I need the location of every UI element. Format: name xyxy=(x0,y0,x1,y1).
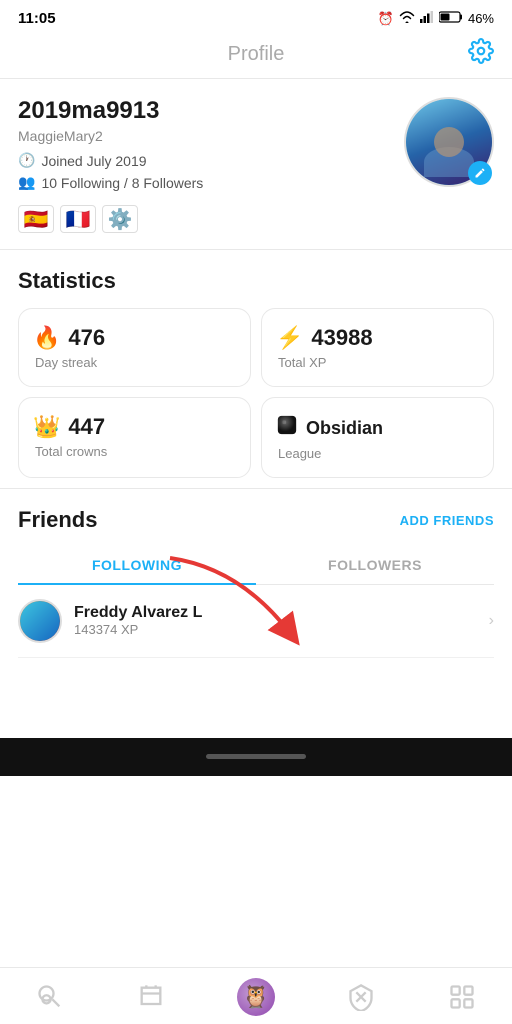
friend-info: Freddy Alvarez L 143374 XP xyxy=(74,604,489,637)
statistics-title: Statistics xyxy=(18,268,494,294)
stat-card-xp: ⚡ 43988 Total XP xyxy=(261,308,494,387)
status-icons: ⏰ 46% xyxy=(378,11,494,27)
friend-avatar xyxy=(18,599,62,643)
profile-flags: 🇪🇸 🇫🇷 ⚙️ xyxy=(18,205,404,233)
wifi-icon xyxy=(399,11,415,26)
profile-joined: 🕐 Joined July 2019 xyxy=(18,152,404,169)
page-title: Profile xyxy=(228,43,285,66)
fire-icon: 🔥 xyxy=(33,325,60,351)
friends-header: Friends ADD FRIENDS xyxy=(18,507,494,533)
home-bar xyxy=(0,738,512,776)
profile-handle: MaggieMary2 xyxy=(18,128,404,144)
flag-france[interactable]: 🇫🇷 xyxy=(60,205,96,233)
friends-tabs: FOLLOWING FOLLOWERS xyxy=(18,547,494,585)
crown-icon: 👑 xyxy=(33,414,60,440)
battery-percent: 46% xyxy=(468,11,494,26)
clock-icon: 🕐 xyxy=(18,152,35,169)
crowns-value: 447 xyxy=(68,414,105,440)
signal-icon xyxy=(420,11,434,26)
status-time: 11:05 xyxy=(18,10,56,27)
chevron-right-icon: › xyxy=(489,612,494,630)
obsidian-icon xyxy=(276,414,298,442)
friends-title: Friends xyxy=(18,507,97,533)
statistics-section: Statistics 🔥 476 Day streak ⚡ 43988 Tota… xyxy=(0,250,512,489)
profile-username: 2019ma9913 xyxy=(18,97,404,125)
profile-section: 2019ma9913 MaggieMary2 🕐 Joined July 201… xyxy=(0,79,512,250)
profile-info: 2019ma9913 MaggieMary2 🕐 Joined July 201… xyxy=(18,97,404,233)
bottom-nav: 🦉 xyxy=(0,967,512,1024)
app-header: Profile xyxy=(0,33,512,79)
stats-grid: 🔥 476 Day streak ⚡ 43988 Total XP 👑 447 … xyxy=(18,308,494,478)
streak-label: Day streak xyxy=(35,355,236,370)
home-pill xyxy=(206,754,306,759)
nav-shield[interactable] xyxy=(347,983,375,1011)
xp-value: 43988 xyxy=(311,325,372,351)
friend-name: Freddy Alvarez L xyxy=(74,604,489,622)
friends-section: Friends ADD FRIENDS FOLLOWING FOLLOWERS … xyxy=(0,489,512,668)
settings-gear-icon[interactable] xyxy=(468,38,494,71)
tab-followers[interactable]: FOLLOWERS xyxy=(256,547,494,584)
nav-shop[interactable] xyxy=(448,983,476,1011)
nav-search[interactable] xyxy=(36,983,64,1011)
alarm-icon: ⏰ xyxy=(378,11,394,27)
crowns-label: Total crowns xyxy=(35,444,236,459)
add-friends-button[interactable]: ADD FRIENDS xyxy=(400,513,494,528)
profile-following: 👥 10 Following / 8 Followers xyxy=(18,174,404,191)
profile-avatar-wrap xyxy=(404,97,494,187)
streak-value: 476 xyxy=(68,325,105,351)
nav-profile[interactable]: 🦉 xyxy=(237,978,275,1016)
stat-card-crowns: 👑 447 Total crowns xyxy=(18,397,251,478)
lightning-icon: ⚡ xyxy=(276,325,303,351)
stat-card-streak: 🔥 476 Day streak xyxy=(18,308,251,387)
league-value: Obsidian xyxy=(306,418,383,439)
flag-settings[interactable]: ⚙️ xyxy=(102,205,138,233)
league-label: League xyxy=(278,446,479,461)
stat-card-league: Obsidian League xyxy=(261,397,494,478)
flag-spain[interactable]: 🇪🇸 xyxy=(18,205,54,233)
avatar-edit-button[interactable] xyxy=(468,161,492,185)
status-bar: 11:05 ⏰ 46% xyxy=(0,0,512,33)
friend-xp: 143374 XP xyxy=(74,622,489,637)
people-icon: 👥 xyxy=(18,174,35,191)
tab-following[interactable]: FOLLOWING xyxy=(18,547,256,585)
friend-row[interactable]: Freddy Alvarez L 143374 XP › xyxy=(18,585,494,658)
xp-label: Total XP xyxy=(278,355,479,370)
battery-icon xyxy=(439,11,463,26)
nav-learn[interactable] xyxy=(137,983,165,1011)
